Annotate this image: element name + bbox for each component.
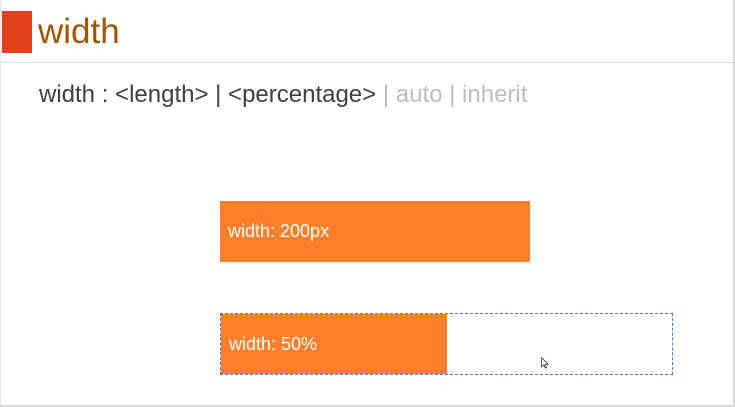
syntax-pipe-2: | xyxy=(376,81,396,108)
syntax-line: width : <length> | <percentage> | auto |… xyxy=(39,79,527,111)
demo-box-fixed-width: width: 200px xyxy=(220,201,530,262)
demo-container-dashed: width: 50% xyxy=(220,313,673,375)
demo-box-percent-width: width: 50% xyxy=(221,314,447,374)
syntax-pipe-1: | xyxy=(208,81,229,108)
syntax-inherit: inherit xyxy=(462,81,528,108)
slide: width width : <length> | <percentage> | … xyxy=(0,0,735,407)
syntax-percentage: <percentage> xyxy=(228,81,377,108)
demo-box-fixed-width-label: width: 200px xyxy=(228,221,330,241)
syntax-auto: auto xyxy=(395,81,443,108)
slide-title: width xyxy=(38,12,120,51)
syntax-property: width xyxy=(39,81,96,108)
syntax-pipe-3: | xyxy=(442,81,463,108)
syntax-length: <length> xyxy=(115,81,209,108)
syntax-separator: : xyxy=(95,81,116,108)
title-marker xyxy=(2,11,32,53)
mouse-pointer-icon xyxy=(541,357,549,369)
title-divider xyxy=(0,62,733,63)
demo-box-percent-width-label: width: 50% xyxy=(229,333,318,354)
